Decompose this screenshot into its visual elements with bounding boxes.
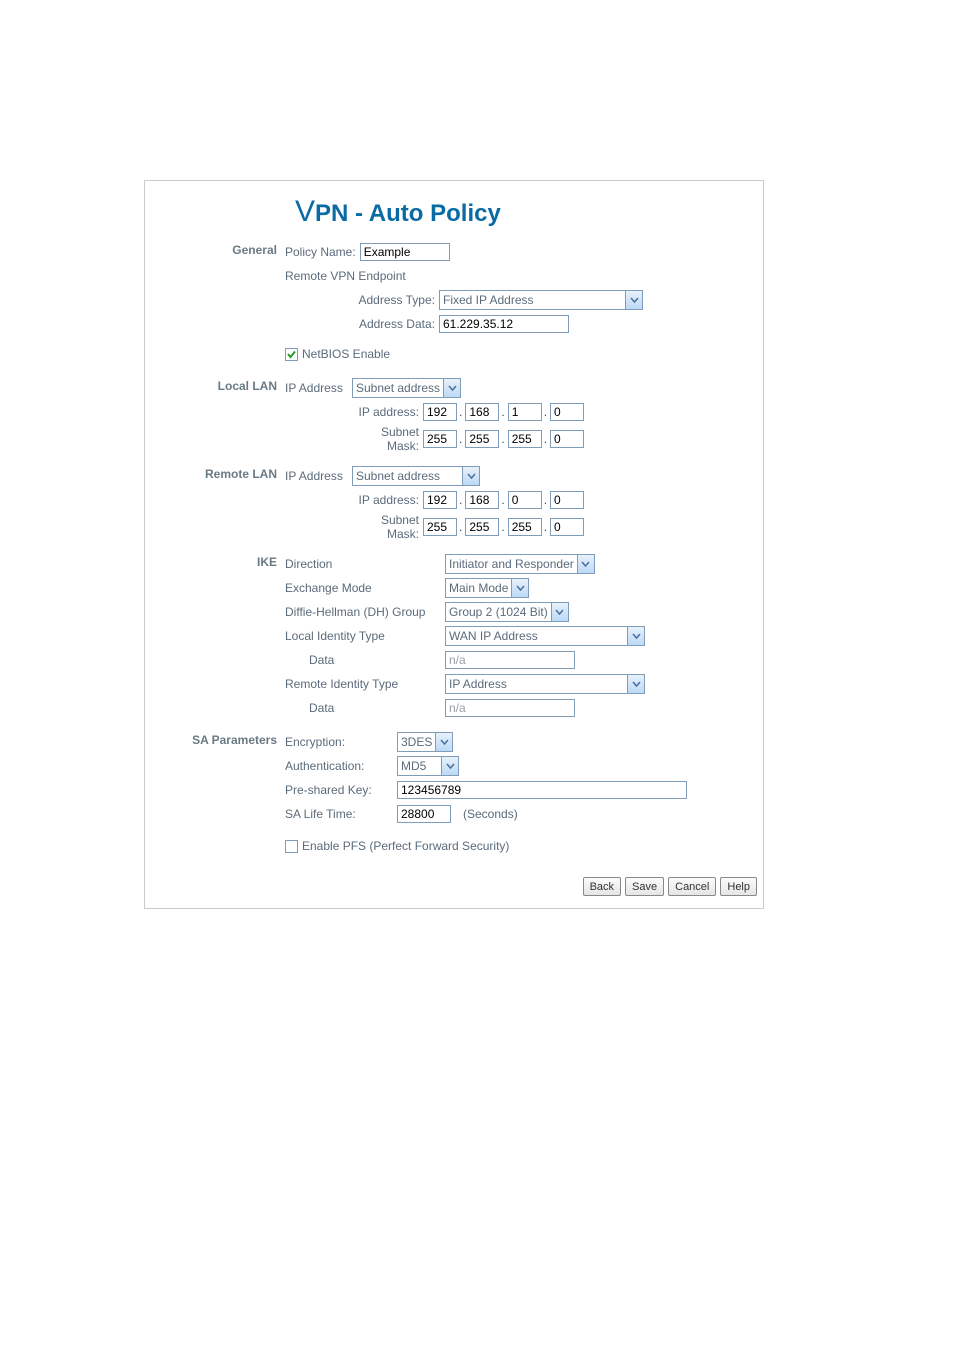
ike-remote-data-input xyxy=(445,699,575,717)
netbios-enable-checkbox[interactable] xyxy=(285,348,298,361)
policy-name-label: Policy Name: xyxy=(285,245,356,259)
sa-authentication-label: Authentication: xyxy=(285,759,397,773)
cancel-button[interactable]: Cancel xyxy=(668,877,716,896)
sa-seconds-label: (Seconds) xyxy=(463,807,518,821)
remote-mask-octet-4[interactable] xyxy=(550,518,584,536)
remote-ip-address-label: IP Address xyxy=(285,469,350,483)
ike-direction-label: Direction xyxy=(285,557,445,571)
local-ip-octet-4[interactable] xyxy=(550,403,584,421)
chevron-down-icon xyxy=(462,467,479,485)
ike-local-id-type-select[interactable]: WAN IP Address xyxy=(445,626,645,646)
vpn-auto-policy-panel: VPN - Auto Policy General Policy Name: R… xyxy=(144,180,764,909)
section-ike-label: IKE xyxy=(145,551,285,569)
section-sa-params: Encryption: 3DES Authentication: MD5 xyxy=(285,729,763,867)
enable-pfs-label: Enable PFS (Perfect Forward Security) xyxy=(302,839,509,853)
chevron-down-icon xyxy=(551,603,568,621)
address-data-input[interactable] xyxy=(439,315,569,333)
remote-lan-type-select[interactable]: Subnet address xyxy=(352,466,480,486)
local-lan-type-value: Subnet address xyxy=(356,381,443,395)
button-row: Back Save Cancel Help xyxy=(145,867,763,900)
local-mask-octet-3[interactable] xyxy=(508,430,542,448)
ike-exchange-mode-value: Main Mode xyxy=(449,581,511,595)
ike-local-data-input xyxy=(445,651,575,669)
policy-name-input[interactable] xyxy=(360,243,450,261)
ike-remote-id-type-label: Remote Identity Type xyxy=(285,677,445,691)
local-ip-sub-label: IP address: xyxy=(349,405,423,419)
chevron-down-icon xyxy=(511,579,528,597)
ike-dh-group-select[interactable]: Group 2 (1024 Bit) xyxy=(445,602,569,622)
ike-remote-id-type-select[interactable]: IP Address xyxy=(445,674,645,694)
remote-ip-octet-2[interactable] xyxy=(465,491,499,509)
chevron-down-icon xyxy=(627,675,644,693)
section-local-lan: IP Address Subnet address IP address: . … xyxy=(285,375,763,463)
save-button[interactable]: Save xyxy=(625,877,664,896)
chevron-down-icon xyxy=(577,555,594,573)
sa-authentication-value: MD5 xyxy=(401,759,441,773)
remote-ip-octet-4[interactable] xyxy=(550,491,584,509)
sa-life-time-input[interactable] xyxy=(397,805,451,823)
remote-ip-sub-label: IP address: xyxy=(349,493,423,507)
remote-mask-label: Subnet Mask: xyxy=(349,513,423,541)
help-button[interactable]: Help xyxy=(720,877,757,896)
ike-exchange-mode-label: Exchange Mode xyxy=(285,581,445,595)
sa-life-time-label: SA Life Time: xyxy=(285,807,397,821)
address-type-value: Fixed IP Address xyxy=(443,293,625,307)
remote-mask-octet-3[interactable] xyxy=(508,518,542,536)
ike-direction-value: Initiator and Responder xyxy=(449,557,577,571)
local-mask-label: Subnet Mask: xyxy=(349,425,423,453)
chevron-down-icon xyxy=(625,291,642,309)
ike-direction-select[interactable]: Initiator and Responder xyxy=(445,554,595,574)
address-type-select[interactable]: Fixed IP Address xyxy=(439,290,643,310)
section-general-label: General xyxy=(145,239,285,257)
ike-dh-group-label: Diffie-Hellman (DH) Group xyxy=(285,605,445,619)
remote-mask-octet-1[interactable] xyxy=(423,518,457,536)
local-lan-type-select[interactable]: Subnet address xyxy=(352,378,461,398)
remote-mask-octet-2[interactable] xyxy=(465,518,499,536)
ike-remote-id-type-value: IP Address xyxy=(449,677,627,691)
remote-lan-type-value: Subnet address xyxy=(356,469,462,483)
local-ip-address-label: IP Address xyxy=(285,381,350,395)
sa-encryption-value: 3DES xyxy=(401,735,435,749)
page-title: VPN - Auto Policy xyxy=(145,189,763,239)
title-rest: PN - Auto Policy xyxy=(315,200,501,227)
chevron-down-icon xyxy=(435,733,452,751)
chevron-down-icon xyxy=(441,757,458,775)
section-sa-params-label: SA Parameters xyxy=(145,729,285,747)
ike-exchange-mode-select[interactable]: Main Mode xyxy=(445,578,529,598)
local-mask-octet-2[interactable] xyxy=(465,430,499,448)
section-general: Policy Name: Remote VPN Endpoint Address… xyxy=(285,239,763,375)
address-data-label: Address Data: xyxy=(353,317,435,331)
remote-ip-octet-3[interactable] xyxy=(508,491,542,509)
sa-preshared-key-input[interactable] xyxy=(397,781,687,799)
back-button[interactable]: Back xyxy=(583,877,621,896)
sa-encryption-select[interactable]: 3DES xyxy=(397,732,453,752)
chevron-down-icon xyxy=(443,379,460,397)
local-mask-octet-4[interactable] xyxy=(550,430,584,448)
sa-authentication-select[interactable]: MD5 xyxy=(397,756,459,776)
enable-pfs-checkbox[interactable] xyxy=(285,840,298,853)
local-ip-octet-2[interactable] xyxy=(465,403,499,421)
remote-vpn-endpoint-label: Remote VPN Endpoint xyxy=(285,269,406,283)
local-ip-octet-3[interactable] xyxy=(508,403,542,421)
remote-ip-octet-1[interactable] xyxy=(423,491,457,509)
netbios-enable-label: NetBIOS Enable xyxy=(302,347,390,361)
section-local-lan-label: Local LAN xyxy=(145,375,285,393)
ike-local-id-type-label: Local Identity Type xyxy=(285,629,445,643)
section-ike: Direction Initiator and Responder Exchan… xyxy=(285,551,763,729)
local-ip-octet-1[interactable] xyxy=(423,403,457,421)
ike-remote-data-label: Data xyxy=(285,701,445,715)
ike-dh-group-value: Group 2 (1024 Bit) xyxy=(449,605,551,619)
sa-preshared-key-label: Pre-shared Key: xyxy=(285,783,397,797)
sa-encryption-label: Encryption: xyxy=(285,735,397,749)
address-type-label: Address Type: xyxy=(353,293,435,307)
ike-local-id-type-value: WAN IP Address xyxy=(449,629,627,643)
ike-local-data-label: Data xyxy=(285,653,445,667)
section-remote-lan-label: Remote LAN xyxy=(145,463,285,481)
local-mask-octet-1[interactable] xyxy=(423,430,457,448)
title-prefix: V xyxy=(295,195,315,228)
section-remote-lan: IP Address Subnet address IP address: . … xyxy=(285,463,763,551)
chevron-down-icon xyxy=(627,627,644,645)
